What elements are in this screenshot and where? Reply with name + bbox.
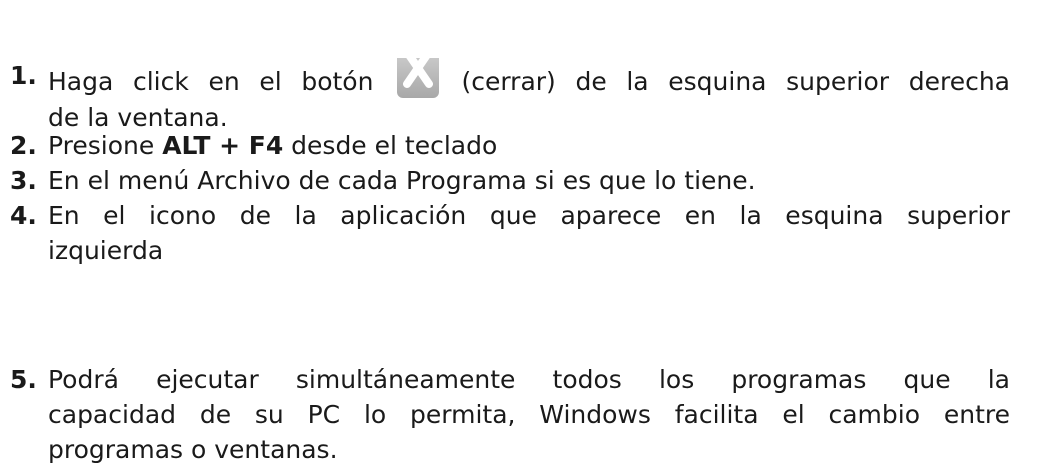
list-item-text-after-bold: desde el teclado bbox=[283, 131, 498, 160]
list-item-number: 2. bbox=[10, 131, 37, 160]
list-item-3: 3. En el menú Archivo de cada Programa s… bbox=[10, 163, 1010, 198]
list-item-line: En el icono de la aplicación que aparece… bbox=[48, 201, 1010, 230]
list-item-number: 5. bbox=[10, 365, 37, 394]
list-item-number: 3. bbox=[10, 166, 37, 195]
list-item-text-before-icon: Haga click en el botón bbox=[48, 67, 374, 96]
list-item-5: 5. Podrá ejecutar simultáneamente todos … bbox=[10, 362, 1010, 467]
list-item-text: Haga click en el botón (cerrar) de la es… bbox=[48, 58, 1010, 135]
list-item-line: Podrá ejecutar simultáneamente todos los… bbox=[48, 365, 1010, 394]
list-item-number: 4. bbox=[10, 201, 37, 230]
keyboard-shortcut: ALT + F4 bbox=[162, 131, 284, 160]
close-icon bbox=[389, 58, 445, 100]
list-item-text-before-bold: Presione bbox=[48, 131, 163, 160]
list-item-text: Presione ALT + F4 desde el teclado bbox=[48, 128, 1010, 163]
list-item-2: 2. Presione ALT + F4 desde el teclado bbox=[10, 128, 1010, 163]
list-item-1: 1. Haga click en el botón (cerrar) de la… bbox=[10, 58, 1010, 135]
list-item-text-after-icon: (cerrar) de la esquina superior derecha bbox=[461, 67, 1011, 96]
instructions-page: 1. Haga click en el botón (cerrar) de la… bbox=[0, 0, 1056, 474]
list-item-text: En el menú Archivo de cada Programa si e… bbox=[48, 166, 756, 195]
list-item-line: Haga click en el botón (cerrar) de la es… bbox=[48, 58, 1010, 100]
list-item-number: 1. bbox=[10, 61, 37, 90]
list-item-line: izquierda bbox=[48, 236, 164, 265]
list-item-text: En el icono de la aplicación que aparece… bbox=[48, 198, 1010, 268]
list-item-line: programas o ventanas. bbox=[48, 435, 338, 464]
list-item-text: Podrá ejecutar simultáneamente todos los… bbox=[48, 362, 1010, 467]
list-item-line: capacidad de su PC lo permita, Windows f… bbox=[48, 400, 1010, 429]
list-item-4: 4. En el icono de la aplicación que apar… bbox=[10, 198, 1010, 268]
